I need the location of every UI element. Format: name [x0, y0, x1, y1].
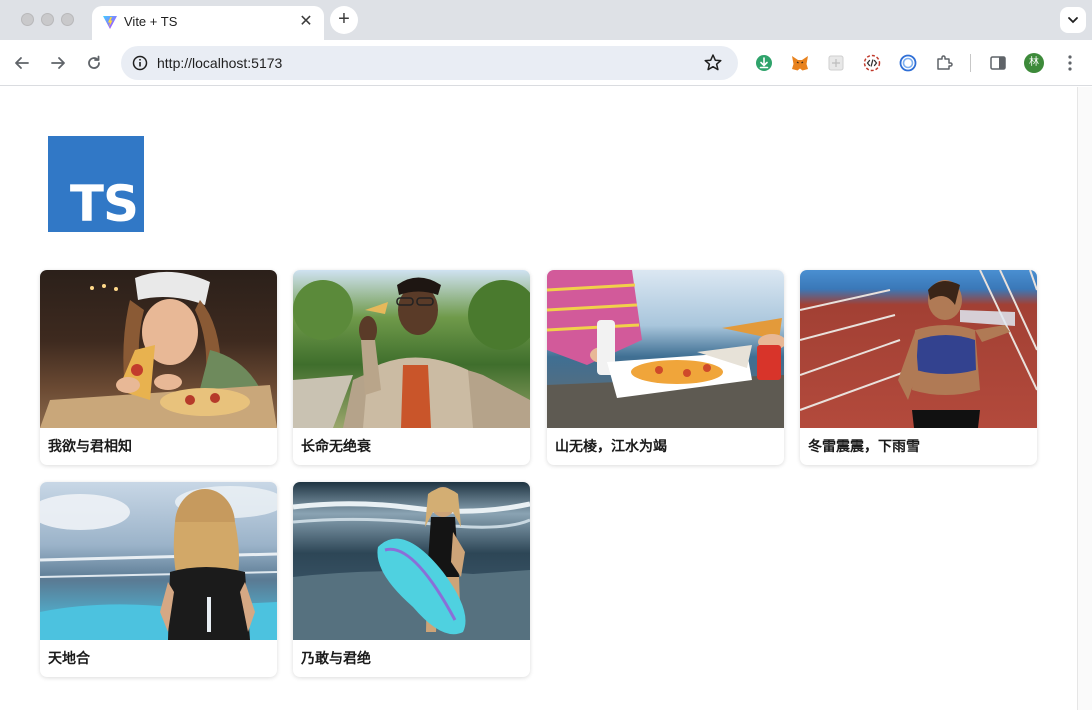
athlete-drinking-water-photo — [800, 270, 1037, 428]
toolbar-separator — [970, 54, 971, 72]
pizza-by-the-sea-photo — [547, 270, 784, 428]
minimize-window-button[interactable] — [41, 13, 54, 26]
browser-toolbar: http://localhost:5173 林 — [0, 40, 1092, 86]
chevron-down-icon — [1068, 17, 1078, 24]
arrow-left-icon — [15, 57, 29, 69]
card-title: 山无棱，江水为竭 — [555, 439, 667, 455]
typescript-logo[interactable]: TS — [48, 136, 144, 232]
grid-extension-icon[interactable] — [826, 53, 846, 73]
more-vertical-icon — [1068, 55, 1072, 71]
surfer-with-board-photo — [293, 482, 530, 640]
url-text[interactable]: http://localhost:5173 — [157, 55, 282, 71]
site-info-icon[interactable] — [129, 52, 151, 74]
address-bar[interactable]: http://localhost:5173 — [121, 46, 738, 80]
forward-button[interactable] — [46, 51, 70, 75]
page-viewport: TS 我欲与君相知 长命无绝衰 山无棱，江水为竭 冬雷震震，下雨雪 天地合 乃敢… — [0, 87, 1077, 710]
vite-logo-icon — [103, 16, 117, 29]
gallery-card[interactable]: 我欲与君相知 — [40, 270, 277, 465]
close-tab-icon[interactable]: ✕ — [296, 12, 316, 32]
card-title: 长命无绝衰 — [301, 439, 371, 455]
card-title: 天地合 — [48, 651, 90, 667]
browser-menu-button[interactable] — [1060, 51, 1080, 75]
arrow-right-icon — [51, 57, 65, 69]
card-title: 冬雷震震，下雨雪 — [808, 439, 920, 455]
close-window-button[interactable] — [21, 13, 34, 26]
card-title: 我欲与君相知 — [48, 439, 132, 455]
back-button[interactable] — [10, 51, 34, 75]
gallery-card[interactable]: 长命无绝衰 — [293, 270, 530, 465]
vertical-scrollbar[interactable] — [1077, 87, 1092, 710]
maximize-window-button[interactable] — [61, 13, 74, 26]
reload-icon — [88, 55, 100, 69]
download-extension-icon[interactable] — [754, 53, 774, 73]
extensions-puzzle-icon[interactable] — [934, 53, 954, 73]
metamask-fox-icon[interactable] — [790, 53, 810, 73]
bookmark-star-icon[interactable] — [702, 52, 724, 74]
profile-avatar[interactable]: 林 — [1024, 53, 1044, 73]
gallery-card[interactable]: 乃敢与君绝 — [293, 482, 530, 677]
tab-strip: Vite + TS ✕ + — [0, 0, 1092, 40]
woman-eating-pizza-photo — [40, 270, 277, 428]
new-tab-button[interactable]: + — [330, 6, 358, 34]
gallery-card[interactable]: 天地合 — [40, 482, 277, 677]
devtools-code-icon[interactable] — [862, 53, 882, 73]
gallery-card[interactable]: 冬雷震震，下雨雪 — [800, 270, 1037, 465]
tab-search-button[interactable] — [1060, 7, 1086, 33]
tab-title: Vite + TS — [124, 14, 178, 29]
gallery-card[interactable]: 山无棱，江水为竭 — [547, 270, 784, 465]
typescript-logo-text: TS — [69, 175, 139, 233]
active-tab[interactable]: Vite + TS ✕ — [92, 6, 324, 40]
surfer-looking-at-sea-photo — [40, 482, 277, 640]
card-title: 乃敢与君绝 — [301, 651, 371, 667]
side-panel-icon[interactable] — [988, 53, 1008, 73]
circle-extension-icon[interactable] — [898, 53, 918, 73]
reload-button[interactable] — [82, 51, 106, 75]
man-eating-pizza-photo — [293, 270, 530, 428]
